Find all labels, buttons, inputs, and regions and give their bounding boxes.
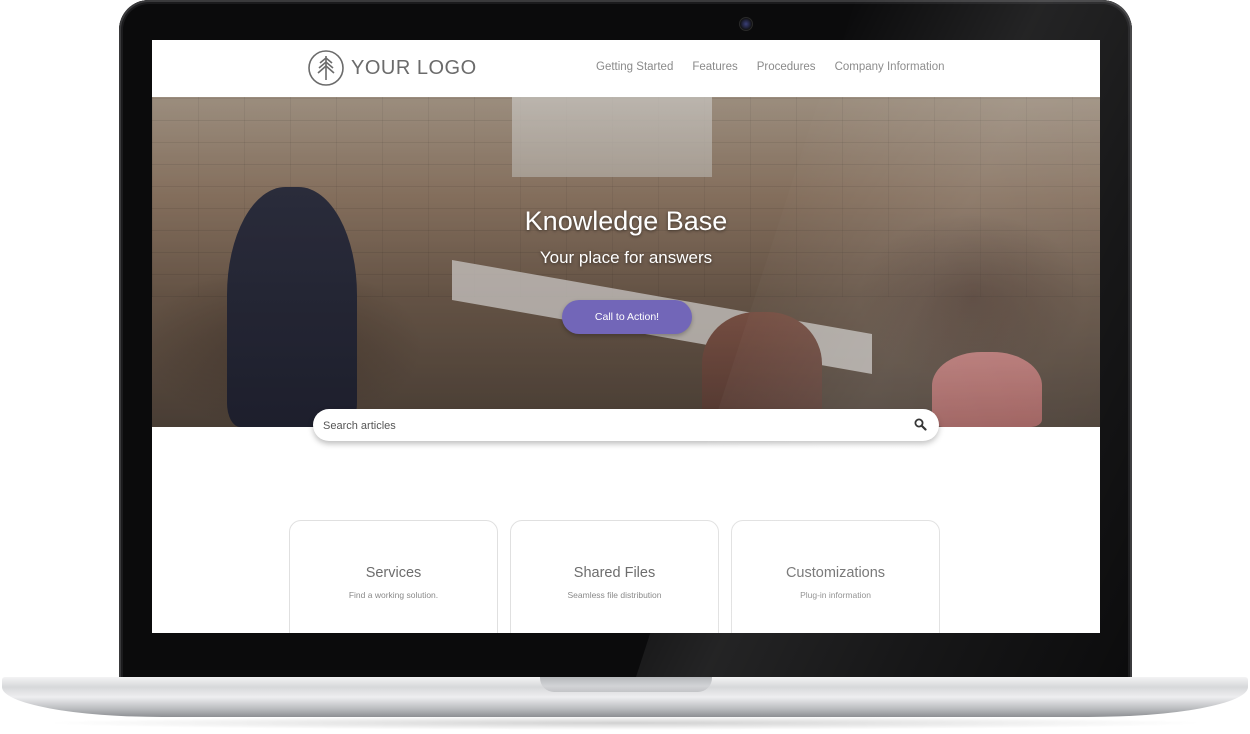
hero-title: Knowledge Base [524,206,728,236]
site-header: YOUR LOGO Getting Started Features Proce… [152,40,1100,98]
nav-company-information[interactable]: Company Information [835,61,945,73]
search-icon[interactable] [914,418,927,436]
card-title: Services [365,565,422,581]
card-shared-files[interactable]: Shared Files Seamless file distribution [510,520,719,633]
card-customizations[interactable]: Customizations Plug-in information [731,520,940,633]
logo-text: YOUR LOGO [351,56,477,79]
card-title: Shared Files [573,565,656,581]
nav-getting-started[interactable]: Getting Started [596,61,673,73]
screen: YOUR LOGO Getting Started Features Proce… [152,40,1100,633]
nav-features[interactable]: Features [692,61,737,73]
logo[interactable]: YOUR LOGO [307,49,477,87]
main-nav: Getting Started Features Procedures Comp… [596,61,945,73]
search-bar [313,409,939,443]
card-title: Customizations [785,565,886,581]
card-subtitle: Plug-in information [800,590,871,600]
laptop-shadow [40,716,1210,730]
hero-banner: Knowledge Base Your place for answers Ca… [152,97,1100,427]
call-to-action-button[interactable]: Call to Action! [562,300,692,334]
nav-procedures[interactable]: Procedures [757,61,816,73]
camera-icon [739,17,753,31]
card-subtitle: Seamless file distribution [567,590,662,600]
hero-subtitle: Your place for answers [539,248,713,267]
card-services[interactable]: Services Find a working solution. [289,520,498,633]
search-input[interactable] [321,409,895,443]
tree-logo-icon [307,49,345,87]
laptop-base-notch [540,677,712,692]
card-subtitle: Find a working solution. [348,590,439,600]
